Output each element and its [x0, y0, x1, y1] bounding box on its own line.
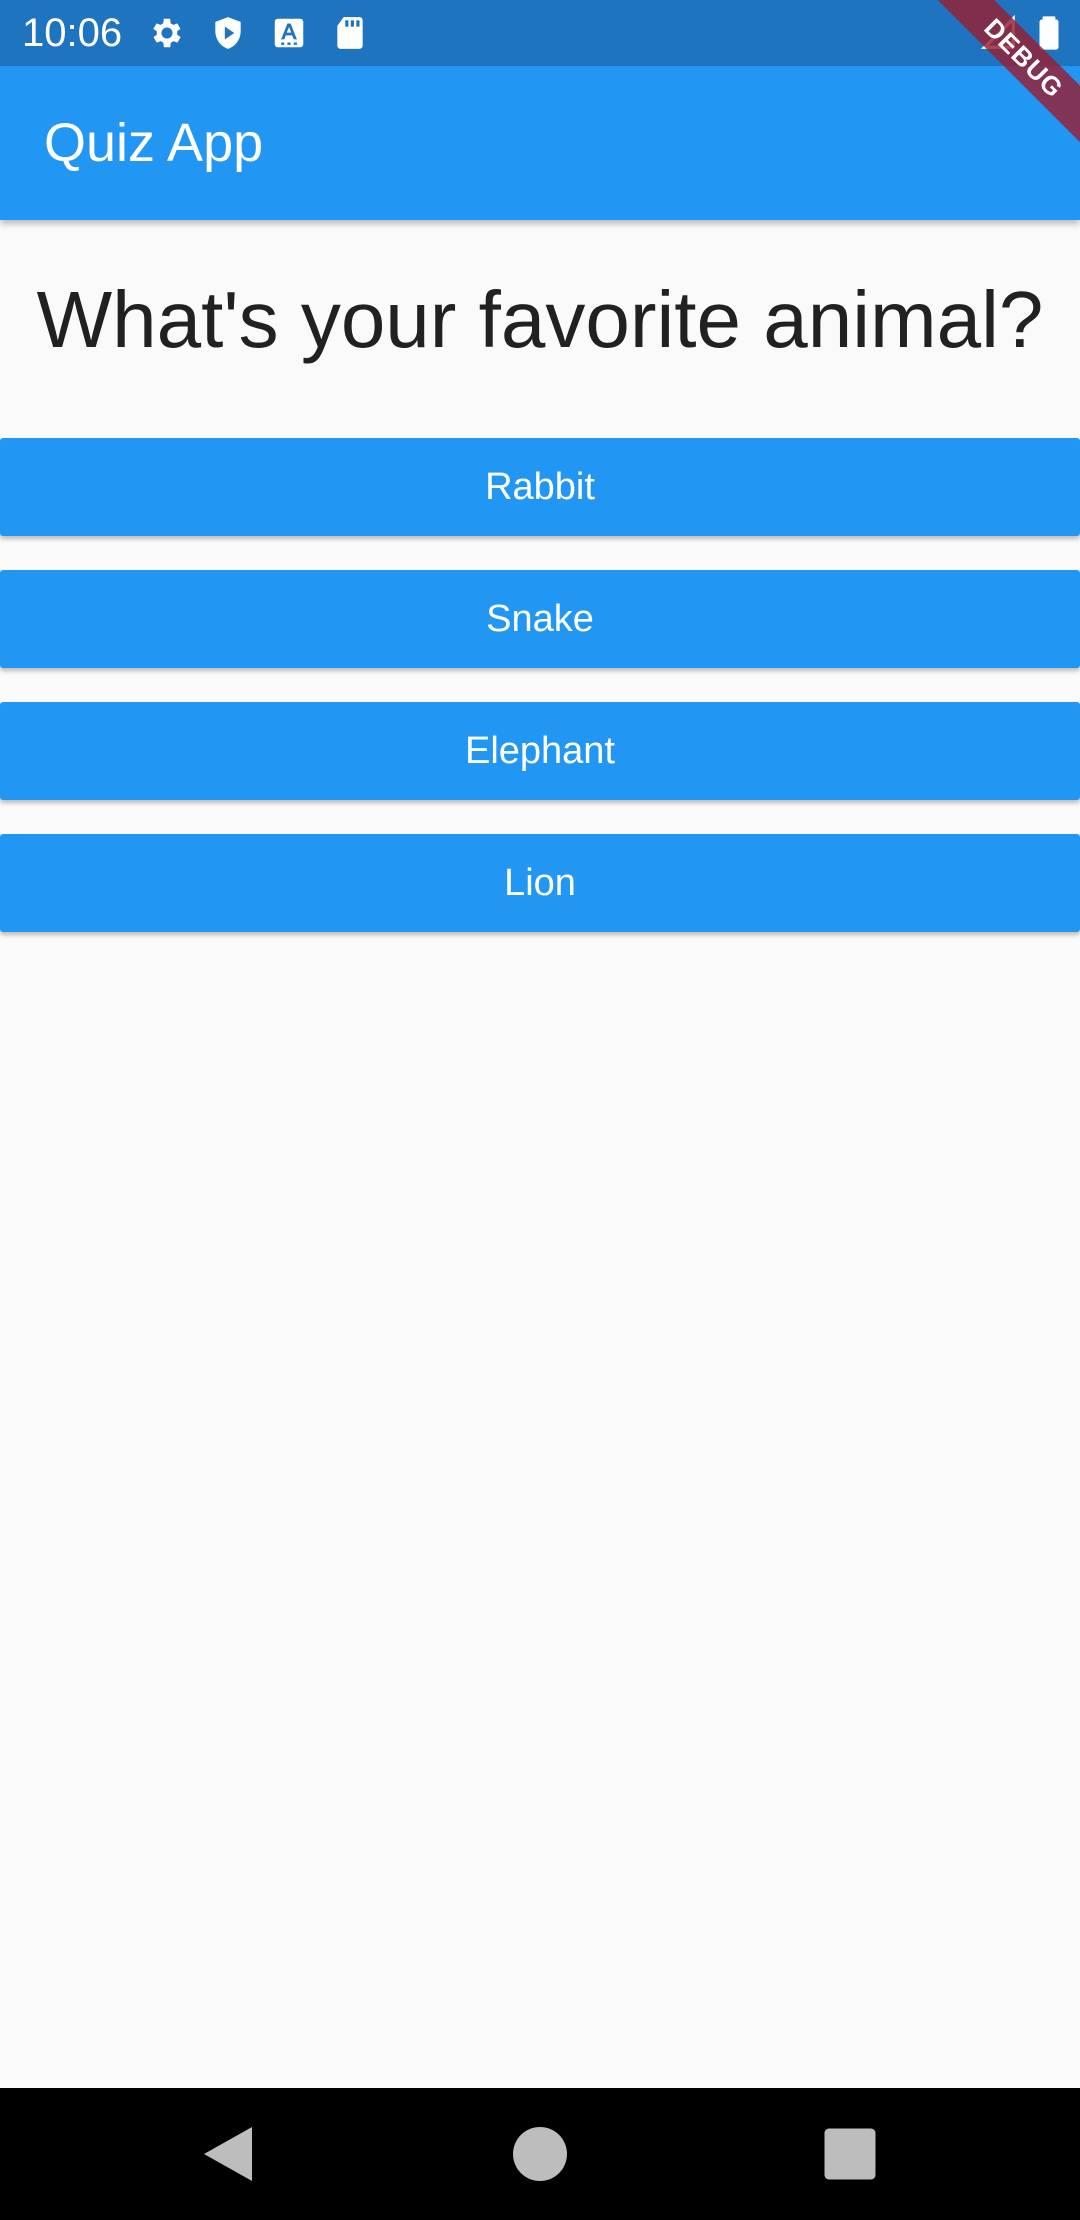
answer-button-snake[interactable]: Snake: [0, 570, 1080, 668]
screen: 10:06 DEBUG Quiz App What's your favorit…: [0, 0, 1080, 2220]
sd-card-icon: [337, 17, 363, 49]
app-title: Quiz App: [44, 113, 264, 173]
font-a-icon: [274, 18, 304, 48]
signal-icon: [980, 14, 1015, 49]
settings-icon: [153, 18, 181, 48]
battery-icon: [1039, 16, 1059, 50]
question-text: What's your favorite animal?: [36, 275, 1044, 364]
answer-button-lion[interactable]: Lion: [0, 834, 1080, 932]
app-bar: Quiz App: [0, 66, 1080, 220]
status-bar: 10:06: [0, 0, 1080, 66]
recents-icon[interactable]: [814, 2118, 886, 2190]
status-time: 10:06: [22, 11, 123, 55]
navigation-bar: [0, 2088, 1080, 2220]
home-icon[interactable]: [504, 2118, 576, 2190]
back-icon[interactable]: [192, 2118, 264, 2190]
answer-button-rabbit[interactable]: Rabbit: [0, 438, 1080, 536]
answer-button-elephant[interactable]: Elephant: [0, 702, 1080, 800]
shield-play-icon: [215, 17, 241, 49]
